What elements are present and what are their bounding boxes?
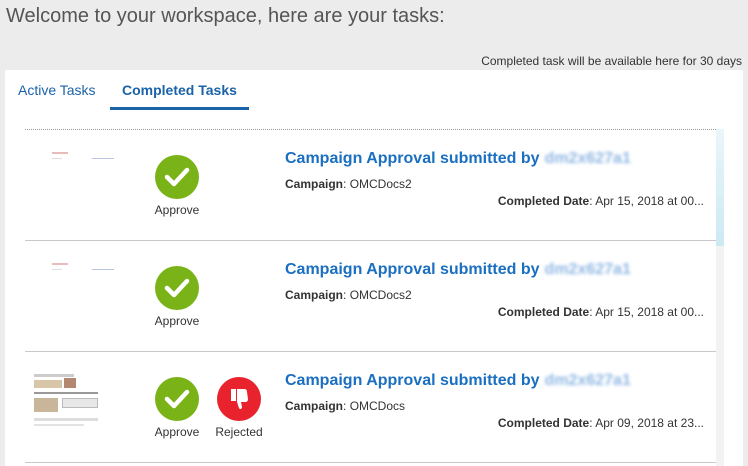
completed-date-info: Completed Date: Apr 15, 2018 at 00...	[497, 305, 704, 319]
submitter-name: dm2x627a1	[544, 372, 631, 389]
task-tabs: Active Tasks Completed Tasks	[5, 70, 743, 110]
campaign-label: Campaign	[285, 399, 344, 413]
tab-completed-tasks[interactable]: Completed Tasks	[122, 82, 237, 98]
task-item[interactable]: Approve Campaign Approval submitted by dm…	[25, 241, 716, 352]
campaign-info: Campaign: OMCDocs2	[285, 177, 412, 191]
approve-label: Approve	[154, 203, 200, 217]
welcome-heading: Welcome to your workspace, here are your…	[6, 5, 445, 27]
completed-date-value: Apr 15, 2018 at 00...	[595, 305, 704, 319]
campaign-thumbnail[interactable]	[47, 148, 119, 184]
completed-date-info: Completed Date: Apr 09, 2018 at 23...	[497, 416, 704, 430]
task-item[interactable]: Approve Campaign Approval submitted by dm…	[25, 130, 716, 241]
tasks-panel: Active Tasks Completed Tasks Approve Cam…	[5, 70, 743, 466]
completed-date-label: Completed Date	[497, 416, 590, 430]
completed-date-info: Completed Date: Apr 15, 2018 at 00...	[497, 194, 704, 208]
completed-date-label: Completed Date	[497, 305, 590, 319]
campaign-info: Campaign: OMCDocs2	[285, 288, 412, 302]
campaign-label: Campaign	[285, 177, 344, 191]
checkmark-icon	[155, 155, 199, 199]
task-title-text[interactable]: Campaign Approval submitted by	[285, 150, 540, 167]
rejected-label: Rejected	[215, 425, 263, 439]
submitter-name: dm2x627a1	[544, 261, 631, 278]
campaign-info: Campaign: OMCDocs	[285, 399, 406, 413]
campaign-name: OMCDocs2	[349, 288, 412, 302]
task-title-text[interactable]: Campaign Approval submitted by	[285, 372, 540, 389]
task-list: Approve Campaign Approval submitted by dm…	[25, 129, 724, 466]
approve-label: Approve	[154, 425, 200, 439]
campaign-thumbnail[interactable]	[34, 374, 98, 430]
checkmark-icon	[155, 266, 199, 310]
rejected-status: Rejected	[209, 377, 269, 439]
submitter-name: dm2x627a1	[544, 150, 631, 167]
completed-date-value: Apr 09, 2018 at 23...	[595, 416, 704, 430]
campaign-name: OMCDocs2	[349, 177, 412, 191]
task-title[interactable]: Campaign Approval submitted by dm2x627a1	[285, 150, 631, 168]
task-title[interactable]: Campaign Approval submitted by dm2x627a1	[285, 372, 631, 390]
campaign-label: Campaign	[285, 288, 344, 302]
tab-active-tasks[interactable]: Active Tasks	[18, 82, 96, 98]
approve-status: Approve	[147, 155, 207, 217]
approve-label: Approve	[154, 314, 200, 328]
task-item[interactable]: Approve Rejected Campaign Approval submi…	[25, 352, 716, 463]
campaign-name: OMCDocs	[349, 399, 406, 413]
thumbs-down-icon	[217, 377, 261, 421]
campaign-thumbnail[interactable]	[47, 259, 119, 295]
approve-status: Approve	[147, 377, 207, 439]
completed-date-value: Apr 15, 2018 at 00...	[595, 194, 704, 208]
task-title[interactable]: Campaign Approval submitted by dm2x627a1	[285, 261, 631, 279]
approve-status: Approve	[147, 266, 207, 328]
scrollbar-thumb[interactable]	[716, 129, 724, 246]
checkmark-icon	[155, 377, 199, 421]
active-tab-indicator	[110, 107, 249, 110]
task-title-text[interactable]: Campaign Approval submitted by	[285, 261, 540, 278]
completed-date-label: Completed Date	[497, 194, 590, 208]
retention-note: Completed task will be available here fo…	[481, 54, 742, 68]
task-list-scrollbar[interactable]	[716, 129, 724, 466]
